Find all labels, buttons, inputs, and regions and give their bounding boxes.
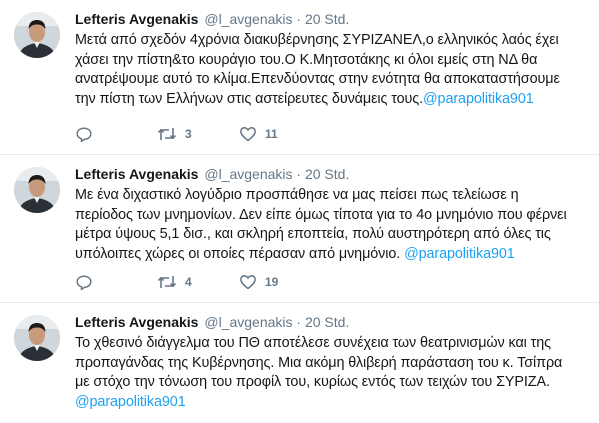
tweet[interactable]: Lefteris Avgenakis @l_avgenakis · 20 Std… <box>0 303 599 423</box>
mention-link[interactable]: @parapolitika901 <box>404 246 515 262</box>
tweet-text-line: Μετά από σχεδόν 4χρόνια διακυβέρνησης ΣΥ… <box>75 32 559 48</box>
reply-button[interactable] <box>75 125 157 143</box>
tweet-actions: 4 19 <box>75 273 599 291</box>
tweet-text-line: Το χθεσινό διάγγελμα του ΠΘ αποτέλεσε συ… <box>75 335 551 351</box>
tweet-text: Το χθεσινό διάγγελμα του ΠΘ αποτέλεσε συ… <box>75 334 587 412</box>
avatar-image <box>14 12 60 58</box>
mention-link[interactable]: @parapolitika901 <box>75 394 186 410</box>
author-name[interactable]: Lefteris Avgenakis <box>75 11 198 27</box>
heart-icon <box>240 127 256 142</box>
author-handle[interactable]: @l_avgenakis <box>204 11 292 27</box>
tweet-text-line: μέτρα ύψους 5,1 δισ., και σκληρή εποπτεί… <box>75 226 551 242</box>
header-separator: · <box>296 166 302 182</box>
tweet-text-line: Με ένα διχαστικό λογύδριο προσπάθησε να … <box>75 187 519 203</box>
tweet-text-line: με στόχο την τόνωση του προφίλ του, κυρί… <box>75 374 550 390</box>
reply-icon <box>76 275 92 291</box>
retweet-button[interactable]: 3 <box>157 125 239 143</box>
retweet-icon <box>157 276 177 288</box>
retweet-icon <box>157 128 177 140</box>
tweet-actions: 3 11 <box>75 125 599 143</box>
author-handle[interactable]: @l_avgenakis <box>204 166 292 182</box>
tweet-timeline: Lefteris Avgenakis @l_avgenakis · 20 Std… <box>0 0 599 423</box>
avatar-image <box>14 315 60 361</box>
tweet[interactable]: Lefteris Avgenakis @l_avgenakis · 20 Std… <box>0 155 599 303</box>
retweet-count: 3 <box>185 127 192 141</box>
retweet-button[interactable]: 4 <box>157 273 239 291</box>
tweet[interactable]: Lefteris Avgenakis @l_avgenakis · 20 Std… <box>0 0 599 155</box>
like-count: 19 <box>265 275 279 289</box>
mention-link[interactable]: @parapolitika901 <box>423 91 534 107</box>
tweet-header: Lefteris Avgenakis @l_avgenakis · 20 Std… <box>75 164 587 184</box>
header-separator: · <box>296 314 302 330</box>
tweet-time[interactable]: 20 Std. <box>305 11 349 27</box>
like-button[interactable]: 11 <box>239 125 321 143</box>
tweet-text-line: υπόλοιπες χώρες οι οποίες πέρασαν από μν… <box>75 245 587 265</box>
tweet-text-line: περίοδος των μνημονίων. Δεν είπε όμως τί… <box>75 206 567 223</box>
tweet-header: Lefteris Avgenakis @l_avgenakis · 20 Std… <box>75 9 587 29</box>
avatar[interactable] <box>14 12 60 58</box>
tweet-text-line: ανατρέψουμε αυτό το κλίμα.Επενδύοντας στ… <box>75 71 560 87</box>
heart-icon <box>240 275 256 290</box>
tweet-text-line: προπαγάνδας της Κυβέρνησης. Μια ακόμη θλ… <box>75 354 563 371</box>
tweet-time[interactable]: 20 Std. <box>305 314 349 330</box>
avatar[interactable] <box>14 315 60 361</box>
retweet-count: 4 <box>185 275 192 289</box>
avatar[interactable] <box>14 167 60 213</box>
author-name[interactable]: Lefteris Avgenakis <box>75 166 198 182</box>
tweet-text-fragment: υπόλοιπες χώρες οι οποίες πέρασαν από μν… <box>75 245 401 262</box>
author-name[interactable]: Lefteris Avgenakis <box>75 314 198 330</box>
tweet-text-line: την πίστη των Ελλήνων στις αστείρευτες δ… <box>75 90 587 110</box>
avatar-image <box>14 167 60 213</box>
tweet-text: Με ένα διχαστικό λογύδριο προσπάθησε να … <box>75 186 587 264</box>
tweet-header: Lefteris Avgenakis @l_avgenakis · 20 Std… <box>75 312 587 332</box>
tweet-text-fragment: την πίστη των Ελλήνων στις αστείρευτες δ… <box>75 90 424 107</box>
tweet-text-line: @parapolitika901 <box>75 393 587 413</box>
reply-button[interactable] <box>75 273 157 291</box>
reply-icon <box>76 127 92 143</box>
header-separator: · <box>296 11 302 27</box>
tweet-text-line: χάσει την πίστη&το κουράγιο του.Ο Κ.Μητσ… <box>75 51 538 68</box>
tweet-text: Μετά από σχεδόν 4χρόνια διακυβέρνησης ΣΥ… <box>75 31 587 109</box>
author-handle[interactable]: @l_avgenakis <box>204 314 292 330</box>
like-button[interactable]: 19 <box>239 273 321 291</box>
like-count: 11 <box>265 127 278 141</box>
tweet-time[interactable]: 20 Std. <box>305 166 349 182</box>
